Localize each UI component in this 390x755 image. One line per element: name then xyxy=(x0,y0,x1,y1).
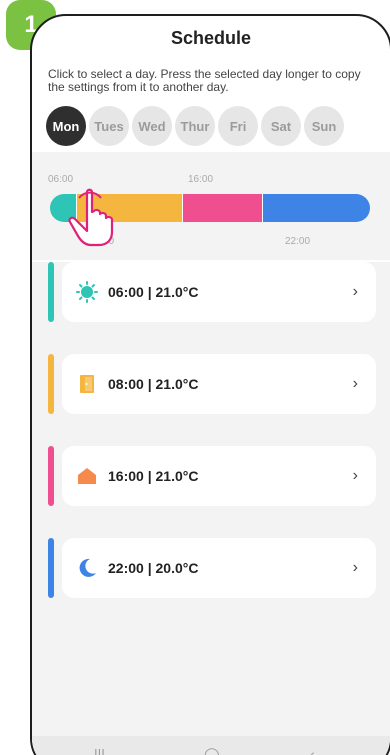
chevron-right-icon: › xyxy=(352,467,358,484)
schedule-row[interactable]: 08:00 | 21.0°C › xyxy=(48,354,376,414)
schedule-time-temp: 08:00 | 21.0°C xyxy=(108,376,199,392)
day-tues[interactable]: Tues xyxy=(89,106,129,146)
schedule-time-temp: 22:00 | 20.0°C xyxy=(108,560,199,576)
back-button[interactable]: ‹ xyxy=(310,746,315,755)
chevron-right-icon: › xyxy=(352,283,358,300)
schedule-row[interactable]: 16:00 | 21.0°C › xyxy=(48,446,376,506)
schedule-time-temp: 16:00 | 21.0°C xyxy=(108,468,199,484)
day-sun[interactable]: Sun xyxy=(304,106,344,146)
chevron-right-icon: › xyxy=(352,375,358,392)
home-button[interactable]: ◯ xyxy=(204,746,220,755)
schedule-card[interactable]: 08:00 | 21.0°C › xyxy=(62,354,376,414)
home-icon xyxy=(76,465,98,487)
sun-icon xyxy=(76,281,98,303)
schedule-list: 06:00 | 21.0°C › 08:00 | 21.0°C › 16:00 … xyxy=(32,262,390,755)
door-icon xyxy=(76,373,98,395)
accent-bar xyxy=(48,354,54,414)
day-sat[interactable]: Sat xyxy=(261,106,301,146)
instructions-text: Click to select a day. Press the selecte… xyxy=(48,67,361,94)
phone-frame: Schedule Click to select a day. Press th… xyxy=(30,14,390,755)
moon-icon xyxy=(76,557,98,579)
tick-label: 16:00 xyxy=(188,174,214,185)
accent-bar xyxy=(48,538,54,598)
schedule-card[interactable]: 22:00 | 20.0°C › xyxy=(62,538,376,598)
timeline-segment[interactable] xyxy=(263,194,370,222)
page-title: Schedule xyxy=(170,28,252,48)
day-thur[interactable]: Thur xyxy=(175,106,215,146)
schedule-card[interactable]: 16:00 | 21.0°C › xyxy=(62,446,376,506)
schedule-row[interactable]: 06:00 | 21.0°C › xyxy=(48,262,376,322)
schedule-row[interactable]: 22:00 | 20.0°C › xyxy=(48,538,376,598)
schedule-card[interactable]: 06:00 | 21.0°C › xyxy=(62,262,376,322)
tick-label: 06:00 xyxy=(48,174,74,185)
pointing-hand-icon xyxy=(68,188,114,247)
tick-label: 22:00 xyxy=(285,236,311,247)
accent-bar xyxy=(48,262,54,322)
day-mon[interactable]: Mon xyxy=(46,106,86,146)
schedule-screen: Schedule Click to select a day. Press th… xyxy=(32,16,390,755)
day-selector: Mon Tues Wed Thur Fri Sat Sun xyxy=(46,106,344,146)
day-wed[interactable]: Wed xyxy=(132,106,172,146)
recent-apps-button[interactable]: ||| xyxy=(94,746,105,755)
timeline-segment[interactable] xyxy=(183,194,264,222)
chevron-right-icon: › xyxy=(352,559,358,576)
day-fri[interactable]: Fri xyxy=(218,106,258,146)
schedule-time-temp: 06:00 | 21.0°C xyxy=(108,284,199,300)
android-nav-bar: ||| ◯ ‹ xyxy=(32,736,390,755)
accent-bar xyxy=(48,446,54,506)
